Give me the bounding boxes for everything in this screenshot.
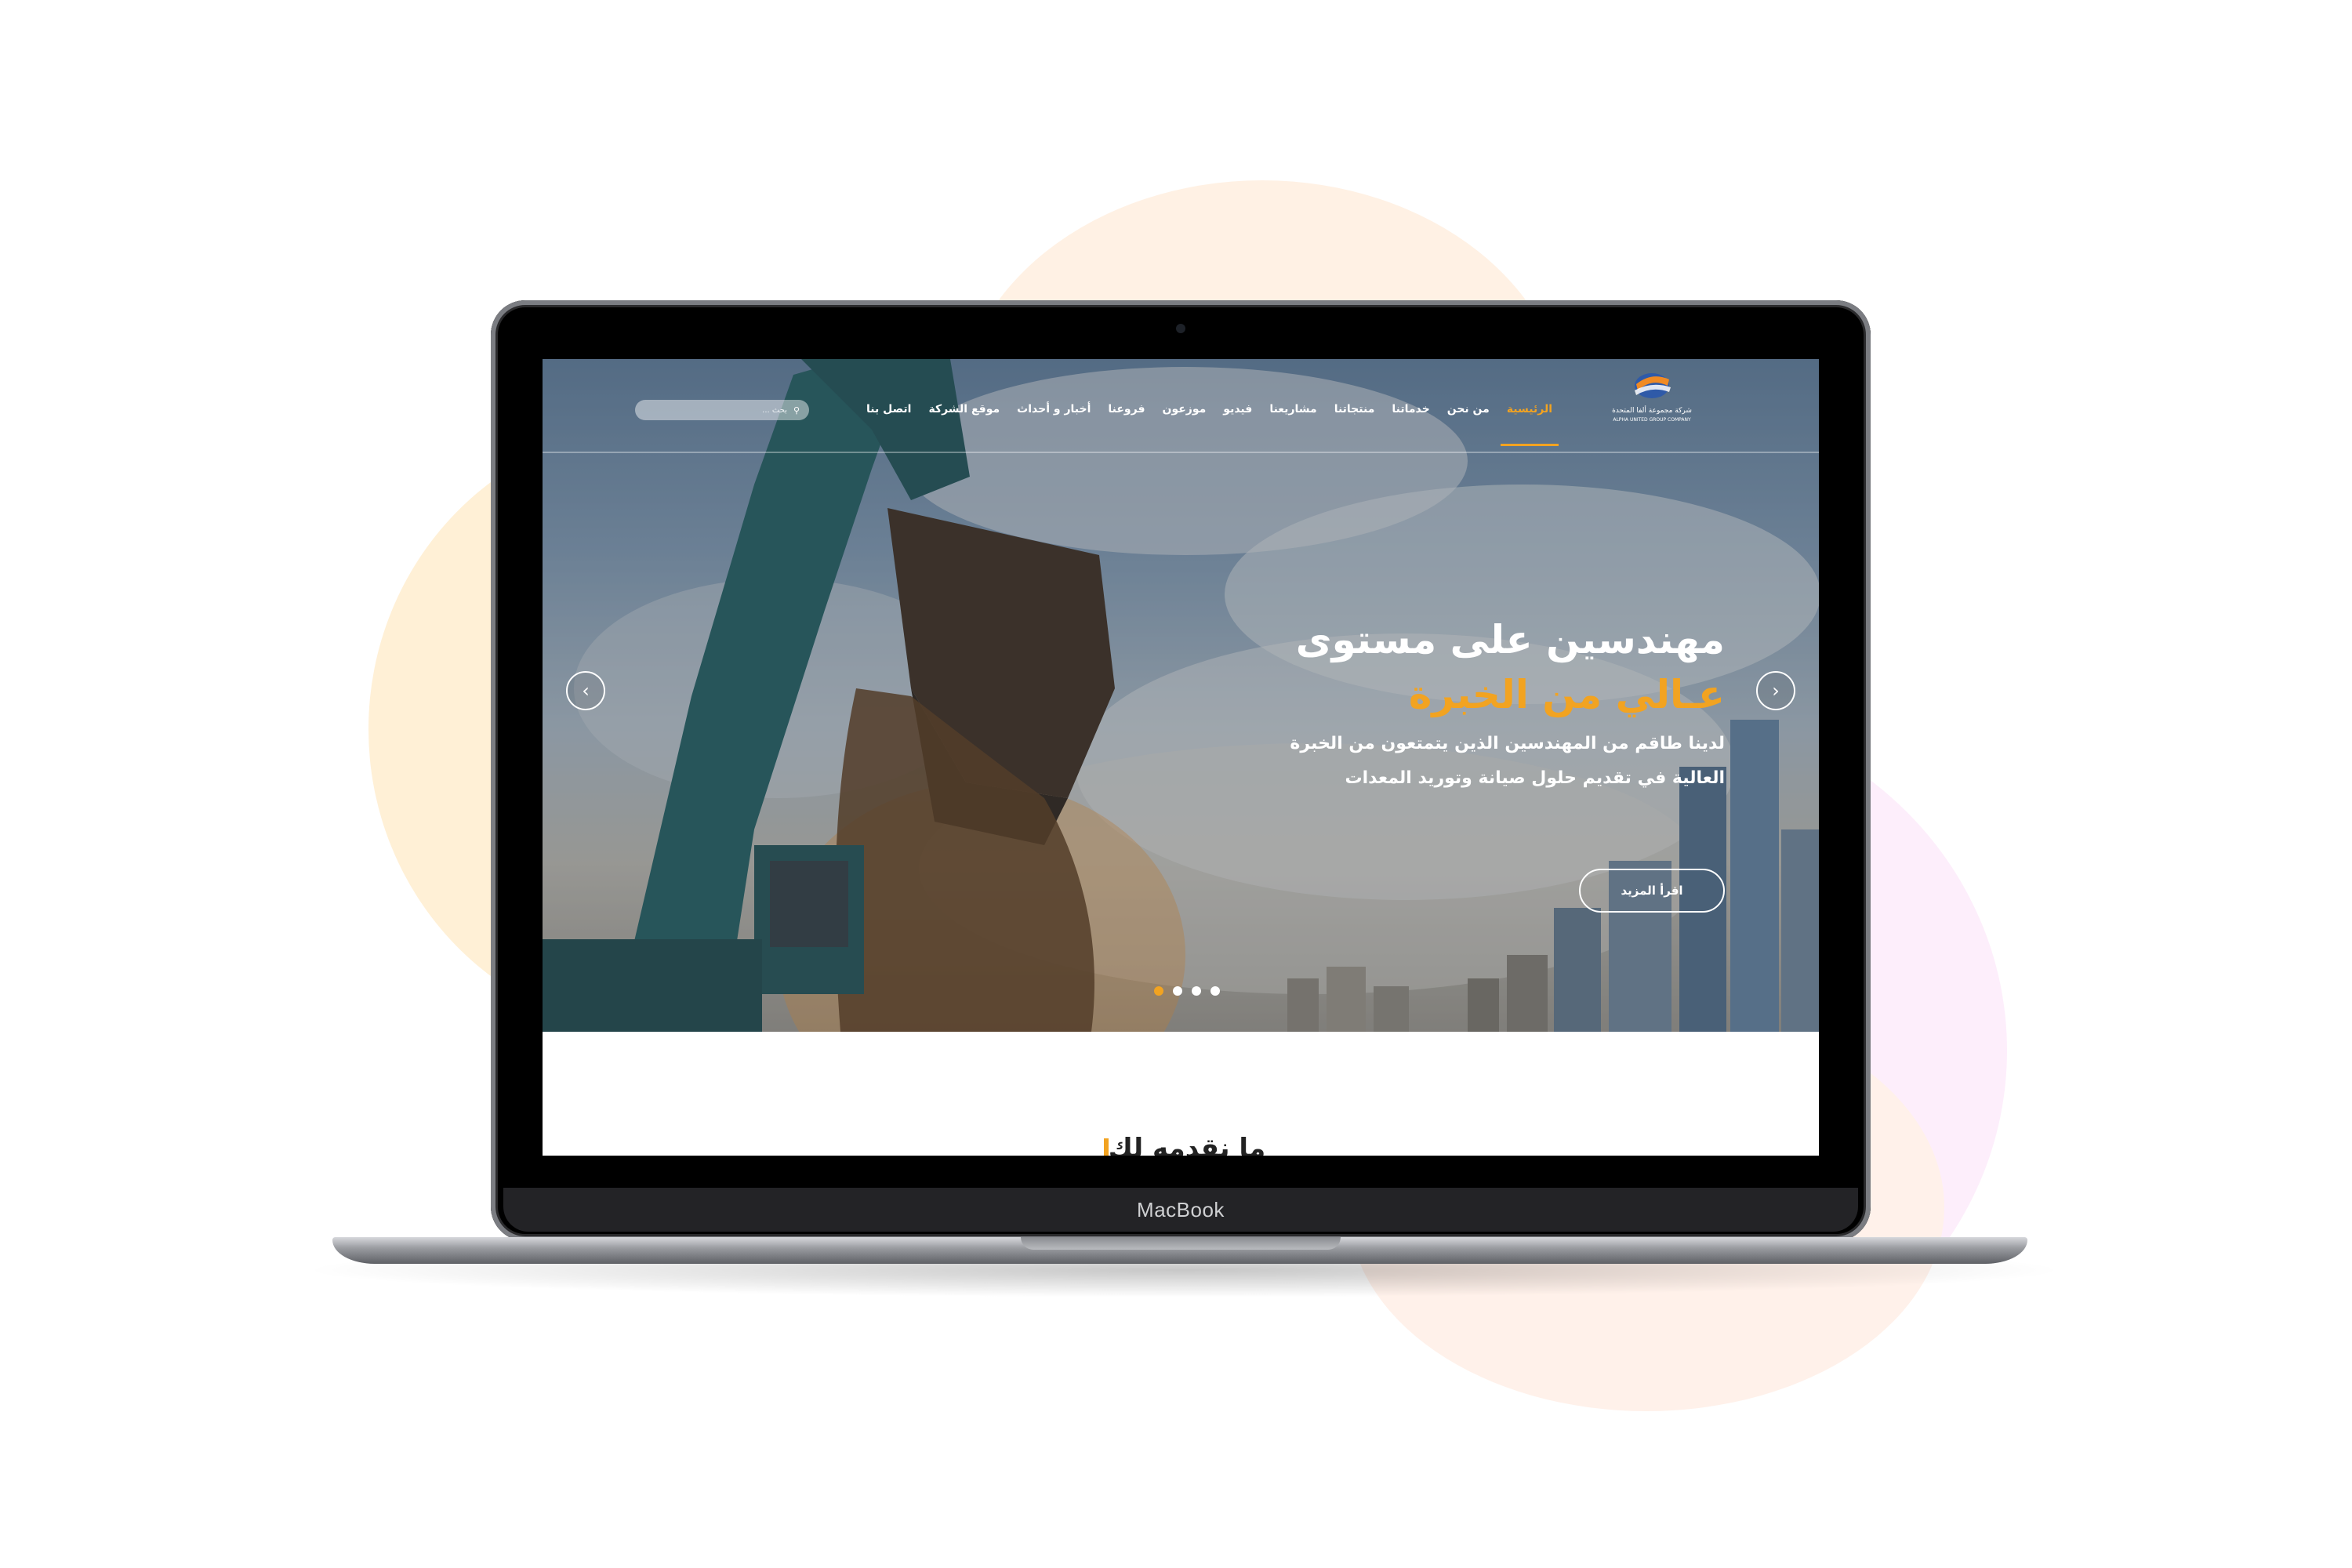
company-logo[interactable]: شركة مجموعة ألفا المتحدة ALPHA UNITED GR… xyxy=(1609,368,1695,425)
section-heading-text: ما نقدمه لك xyxy=(1108,1133,1266,1156)
search-box: ⚲ xyxy=(635,400,809,420)
nav-item-about[interactable]: من نحن xyxy=(1447,403,1490,416)
search-icon[interactable]: ⚲ xyxy=(793,405,800,416)
nav-item-news[interactable]: أخبار و أحداث xyxy=(1017,403,1091,416)
chevron-left-icon: ‹ xyxy=(582,680,590,702)
laptop-notch xyxy=(1021,1237,1341,1250)
logo-icon xyxy=(1635,373,1671,398)
logo-name: شركة مجموعة ألفا المتحدة xyxy=(1612,407,1692,415)
nav-item-home[interactable]: الرئيسية xyxy=(1500,403,1559,446)
chevron-right-icon: › xyxy=(1772,680,1780,702)
hero-description-line1: لدينا طاقم من المهندسين الذين يتمتعون من… xyxy=(1290,734,1725,753)
nav-item-location[interactable]: موقع الشركة xyxy=(928,403,1000,416)
slider-dot[interactable] xyxy=(1210,986,1220,996)
search-input[interactable] xyxy=(667,405,789,416)
read-more-button[interactable]: اقرأ المزيد xyxy=(1579,869,1725,913)
main-navbar: شركة مجموعة ألفا المتحدة ALPHA UNITED GR… xyxy=(543,359,1819,453)
slider-dots xyxy=(1154,986,1220,996)
device-label: MacBook xyxy=(1137,1197,1225,1221)
logo-subname: ALPHA UNITED GROUP COMPANY xyxy=(1613,417,1691,423)
nav-menu: الرئيسية من نحن خدماتنا منتجاتنا مشاريعن… xyxy=(866,403,1559,446)
nav-item-distributors[interactable]: موزعون xyxy=(1163,403,1207,416)
nav-item-branches[interactable]: فروعنا xyxy=(1108,403,1145,416)
nav-item-products[interactable]: منتجاتنا xyxy=(1334,403,1375,416)
camera-icon xyxy=(1176,324,1185,333)
slider-dot[interactable] xyxy=(1192,986,1201,996)
slider-next-button[interactable]: › xyxy=(1756,671,1795,710)
nav-item-services[interactable]: خدماتنا xyxy=(1392,403,1429,416)
slider-prev-button[interactable]: ‹ xyxy=(566,671,605,710)
nav-item-projects[interactable]: مشاريعنا xyxy=(1269,403,1316,416)
website-screen: شركة مجموعة ألفا المتحدة ALPHA UNITED GR… xyxy=(543,359,1819,1156)
hero-headline-line1: مهندسين على مستوى xyxy=(1295,617,1725,662)
slide-caption: مهندسين على مستوى عـالي من الخبرة لدينا … xyxy=(1239,614,1725,796)
nav-item-contact[interactable]: اتصل بنا xyxy=(866,403,911,416)
slider-dot[interactable] xyxy=(1154,986,1163,996)
slider-dot[interactable] xyxy=(1173,986,1182,996)
hero-headline-line2: عـالي من الخبرة xyxy=(1408,672,1725,717)
nav-item-video[interactable]: فيديو xyxy=(1223,403,1252,416)
section-heading: ما نقدمه لك xyxy=(543,1133,1819,1156)
hero-slider: شركة مجموعة ألفا المتحدة ALPHA UNITED GR… xyxy=(543,359,1819,1032)
laptop-chin: MacBook xyxy=(503,1188,1858,1232)
hero-description-line2: العالية في تقديم حلول صيانة وتوريد المعد… xyxy=(1345,768,1725,788)
